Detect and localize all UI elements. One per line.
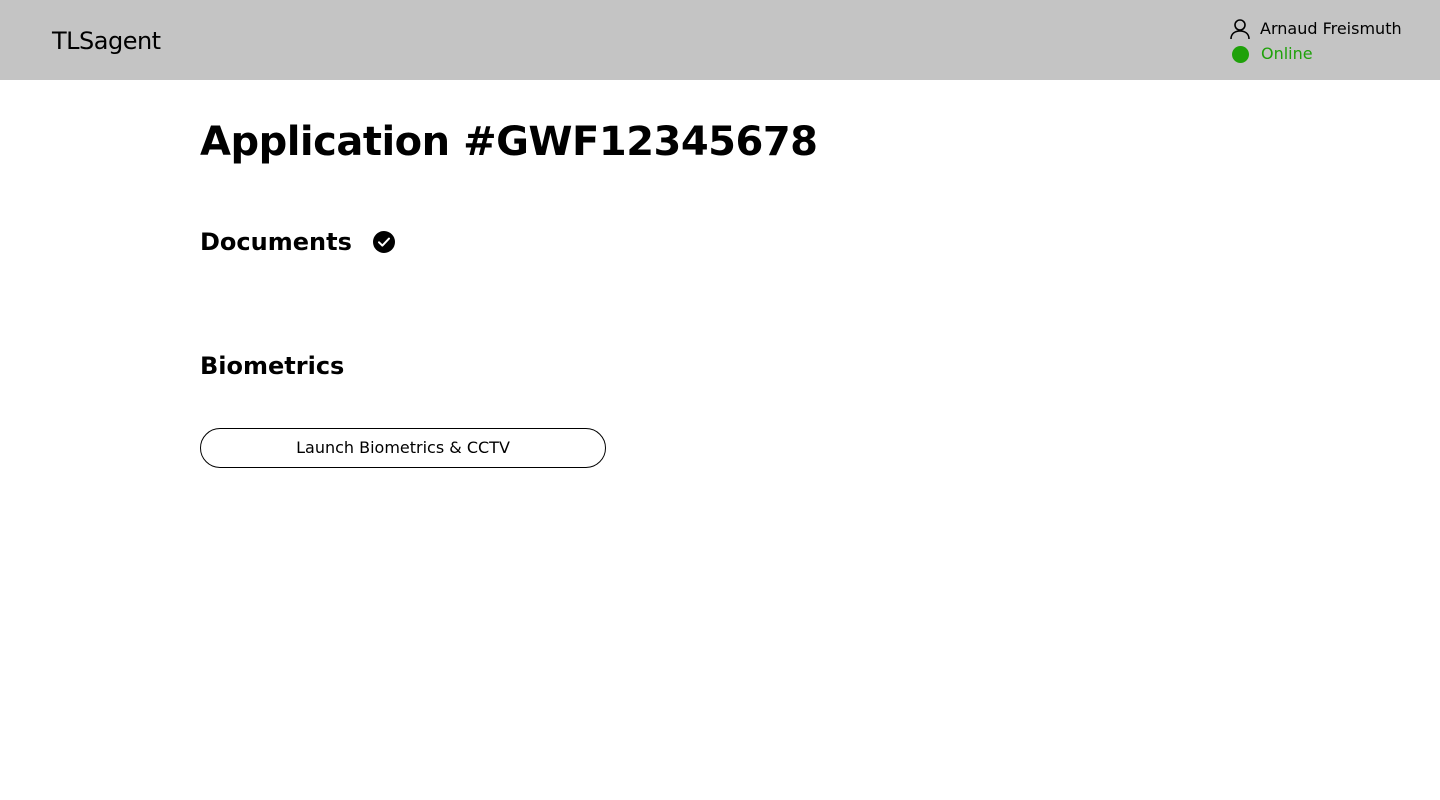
online-status-label: Online (1261, 44, 1313, 63)
user-icon[interactable] (1229, 18, 1251, 40)
biometrics-section-title: Biometrics (200, 352, 345, 380)
documents-section-title: Documents (200, 228, 352, 256)
top-bar: TLSagent Arnaud Freismuth Online (0, 0, 1440, 80)
user-name[interactable]: Arnaud Freismuth (1260, 19, 1402, 39)
online-status-dot (1232, 46, 1249, 63)
launch-biometrics-cctv-button[interactable]: Launch Biometrics & CCTV (200, 428, 606, 468)
check-circle-icon (373, 231, 395, 253)
app-logo[interactable]: TLSagent (52, 26, 161, 56)
page-title: Application #GWF12345678 (200, 119, 818, 165)
user-status-block: Arnaud Freismuth Online (1229, 17, 1429, 69)
